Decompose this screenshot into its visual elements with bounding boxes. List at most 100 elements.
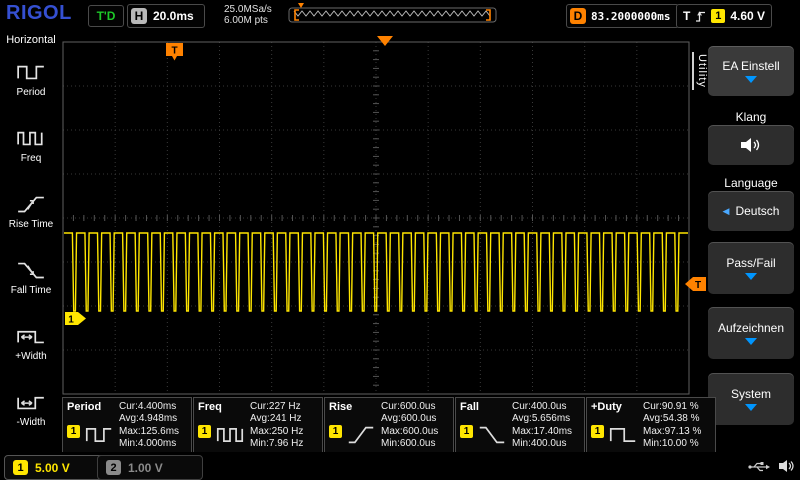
- memory-trigger-marker: [298, 3, 304, 8]
- channel2-badge: 2: [106, 460, 121, 475]
- measurement-label: Rise: [329, 401, 352, 413]
- menu-label: System: [731, 387, 771, 401]
- chevron-down-icon: [745, 338, 757, 345]
- left-menu-rise-time[interactable]: Rise Time: [0, 178, 62, 244]
- acquisition-info: 25.0MSa/s 6.00M pts: [224, 4, 272, 26]
- measurement-values: Cur:90.91 % Avg:54.38 % Max:97.13 % Min:…: [643, 401, 701, 450]
- trigger-source-badge: 1: [711, 9, 725, 23]
- fall-time-icon: [477, 424, 507, 446]
- h-chip: H: [131, 8, 147, 24]
- rise-time-icon: [346, 424, 376, 446]
- measurement-fall: Fall 1 Cur:400.0us Avg:5.656ms Max:17.40…: [455, 397, 585, 453]
- measurement-rise: Rise 1 Cur:600.0us Avg:600.0us Max:600.0…: [324, 397, 454, 453]
- trigger-position-marker[interactable]: [377, 36, 393, 46]
- measurement-label: Freq: [198, 401, 222, 413]
- left-menu-fall-time[interactable]: Fall Time: [0, 244, 62, 310]
- duty-icon: [608, 424, 638, 446]
- period-icon: [84, 424, 114, 446]
- menu-passfail-button[interactable]: Pass/Fail: [708, 242, 794, 294]
- top-bar: RIGOL T'D H 20.0ms 25.0MSa/s 6.00M pts D…: [0, 0, 800, 30]
- channel-badge: 1: [329, 425, 342, 438]
- minus-width-icon: [16, 390, 46, 414]
- channel1-scale: 5.00 V: [35, 461, 70, 475]
- channel-badge: 1: [67, 425, 80, 438]
- menu-item-label: Freq: [21, 153, 42, 164]
- menu-item-label: -Width: [17, 417, 46, 428]
- menu-sound-label: Klang: [708, 110, 794, 124]
- menu-system-button[interactable]: System: [708, 373, 794, 425]
- measurement-values: Cur:400.0us Avg:5.656ms Max:17.40ms Min:…: [512, 401, 572, 450]
- left-menu-minus-width[interactable]: -Width: [0, 376, 62, 442]
- frequency-icon: [16, 126, 46, 150]
- channel2-scale: 1.00 V: [128, 461, 163, 475]
- channel1-badge: 1: [13, 460, 28, 475]
- channel1-status[interactable]: 1 5.00 V: [4, 455, 110, 480]
- memory-position-bar: [288, 3, 498, 24]
- chevron-left-icon: ◀: [723, 206, 730, 217]
- trigger-level-value: 4.60 V: [730, 9, 765, 23]
- svg-text:T: T: [171, 46, 177, 57]
- graticule: [63, 42, 689, 394]
- menu-item-label: Period: [17, 87, 46, 98]
- measurement-freq: Freq 1 Cur:227 Hz Avg:241 Hz Max:250 Hz …: [193, 397, 323, 453]
- fall-time-icon: [16, 258, 46, 282]
- trigger-box[interactable]: T 1 4.60 V: [676, 4, 772, 28]
- d-chip: D: [570, 8, 586, 24]
- chevron-down-icon: [745, 404, 757, 411]
- left-menu-period[interactable]: Period: [0, 46, 62, 112]
- menu-io-settings-button[interactable]: EA Einstell: [708, 46, 794, 96]
- delay-value: 83.2000000ms: [591, 10, 670, 23]
- measurement-values: Cur:4.400ms Avg:4.948ms Max:125.6ms Min:…: [119, 401, 179, 450]
- measurement-label: Period: [67, 401, 101, 413]
- measurement-values: Cur:600.0us Avg:600.0us Max:600.0us Min:…: [381, 401, 438, 450]
- trigger-status-badge: T'D: [88, 5, 124, 27]
- right-menu: Utility EA Einstell Klang Language ◀ Deu…: [690, 30, 800, 452]
- timebase-value: 20.0ms: [153, 9, 194, 23]
- menu-sound-button[interactable]: [708, 125, 794, 165]
- left-menu-title: Horizontal: [6, 34, 56, 46]
- plus-width-icon: [16, 324, 46, 348]
- left-menu-plus-width[interactable]: +Width: [0, 310, 62, 376]
- rising-edge-icon: [695, 10, 706, 23]
- left-menu-freq[interactable]: Freq: [0, 112, 62, 178]
- channel-badge: 1: [591, 425, 604, 438]
- horizontal-timebase-box[interactable]: H 20.0ms: [127, 4, 205, 28]
- channel-badge: 1: [460, 425, 473, 438]
- trigger-delay-flag[interactable]: T: [166, 43, 183, 61]
- rise-time-icon: [16, 192, 46, 216]
- language-value: Deutsch: [735, 204, 779, 218]
- frequency-icon: [215, 424, 245, 446]
- channel-badge: 1: [198, 425, 211, 438]
- menu-language-label: Language: [708, 176, 794, 190]
- menu-label: Pass/Fail: [726, 256, 775, 270]
- memory-depth: 6.00M pts: [224, 15, 272, 26]
- measurement-period: Period 1 Cur:4.400ms Avg:4.948ms Max:125…: [62, 397, 192, 453]
- channel2-status[interactable]: 2 1.00 V: [97, 455, 203, 480]
- trigger-label: T: [683, 9, 690, 23]
- svg-text:1: 1: [68, 315, 74, 326]
- speaker-icon: [739, 136, 763, 154]
- measurement-label: +Duty: [591, 401, 622, 413]
- menu-label: Aufzeichnen: [718, 321, 784, 335]
- chevron-down-icon: [745, 76, 757, 83]
- memory-waveform-preview: [294, 11, 490, 16]
- usb-icon: [748, 460, 772, 474]
- chevron-down-icon: [745, 273, 757, 280]
- left-menu: Horizontal Period Freq Rise Time: [0, 30, 62, 452]
- rigol-logo: RIGOL: [6, 2, 72, 25]
- menu-tab-title: Utility: [692, 52, 708, 90]
- speaker-icon[interactable]: [778, 458, 796, 474]
- measurement-duty: +Duty 1 Cur:90.91 % Avg:54.38 % Max:97.1…: [586, 397, 716, 453]
- ch1-offset-marker[interactable]: 1: [65, 312, 86, 326]
- sample-rate: 25.0MSa/s: [224, 4, 272, 15]
- oscilloscope-screen: RIGOL T'D H 20.0ms 25.0MSa/s 6.00M pts D…: [0, 0, 800, 480]
- menu-record-button[interactable]: Aufzeichnen: [708, 307, 794, 359]
- period-icon: [16, 60, 46, 84]
- delay-box[interactable]: D 83.2000000ms: [566, 4, 679, 28]
- menu-item-label: Fall Time: [11, 285, 52, 296]
- status-bar: 1 5.00 V 2 1.00 V: [0, 452, 800, 480]
- menu-label: EA Einstell: [722, 59, 779, 73]
- menu-language-button[interactable]: ◀ Deutsch: [708, 191, 794, 231]
- waveform-display: T 1 T: [62, 30, 708, 397]
- measurement-label: Fall: [460, 401, 479, 413]
